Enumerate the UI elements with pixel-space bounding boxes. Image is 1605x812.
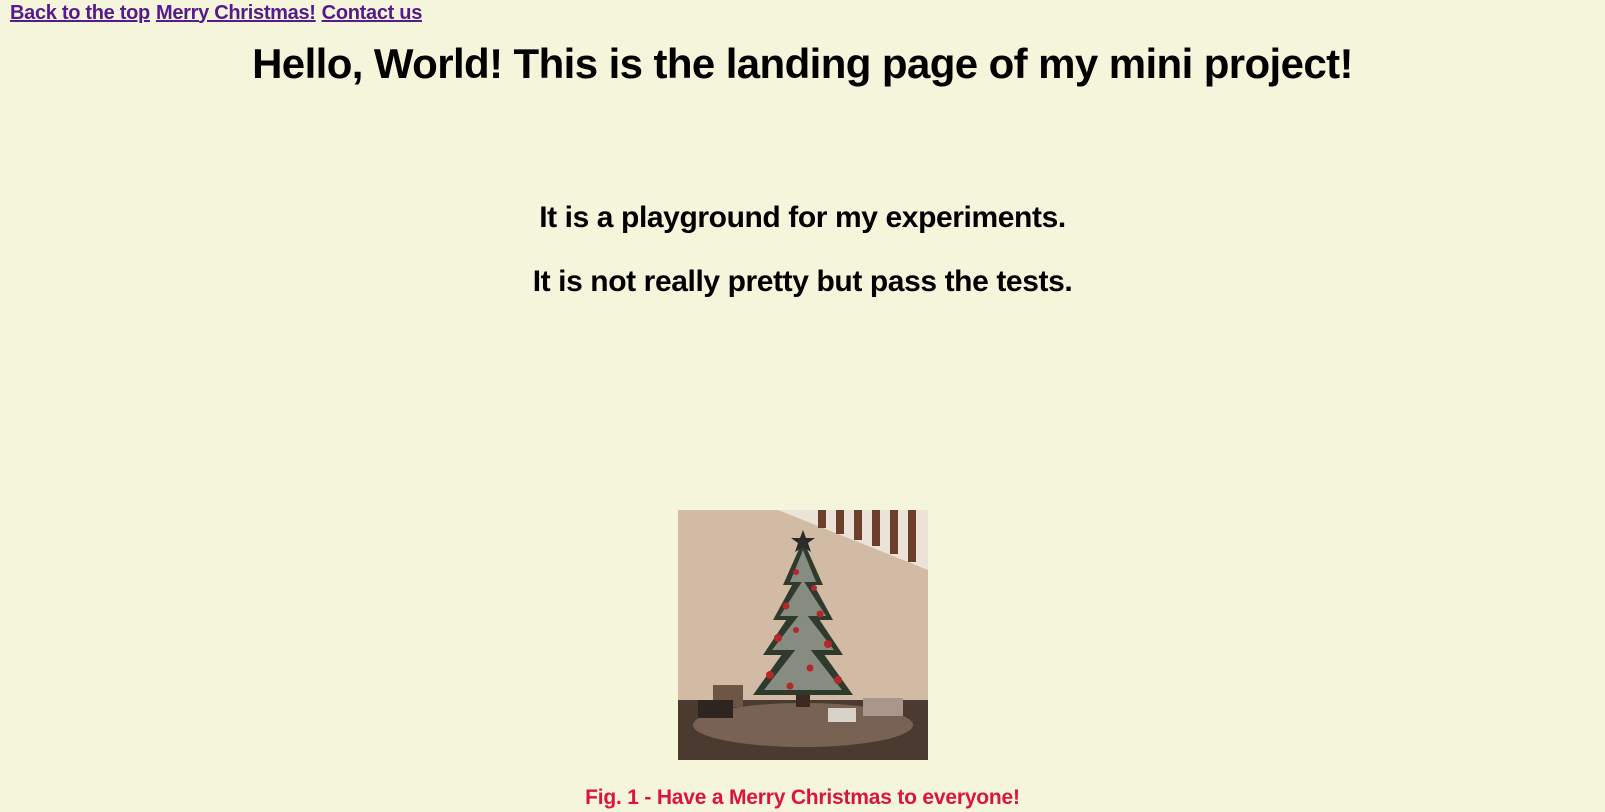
figure-caption: Fig. 1 - Have a Merry Christmas to every…	[585, 786, 1020, 809]
navbar: Back to the top Merry Christmas! Contact…	[10, 0, 428, 26]
landing-page: Back to the top Merry Christmas! Contact…	[0, 0, 1605, 812]
nav-link-merry-christmas[interactable]: Merry Christmas!	[156, 2, 316, 25]
page-title: Hello, World! This is the landing page o…	[252, 40, 1353, 87]
intro-line-playground: It is a playground for my experiments.	[539, 201, 1066, 234]
intro-line-tests: It is not really pretty but pass the tes…	[532, 265, 1073, 298]
christmas-figure: Fig. 1 - Have a Merry Christmas to every…	[0, 510, 1605, 812]
nav-link-contact-us[interactable]: Contact us	[322, 2, 423, 25]
christmas-tree-photo	[677, 510, 928, 760]
christmas-tree-illustration	[677, 510, 928, 760]
nav-link-back-to-top[interactable]: Back to the top	[10, 2, 150, 25]
